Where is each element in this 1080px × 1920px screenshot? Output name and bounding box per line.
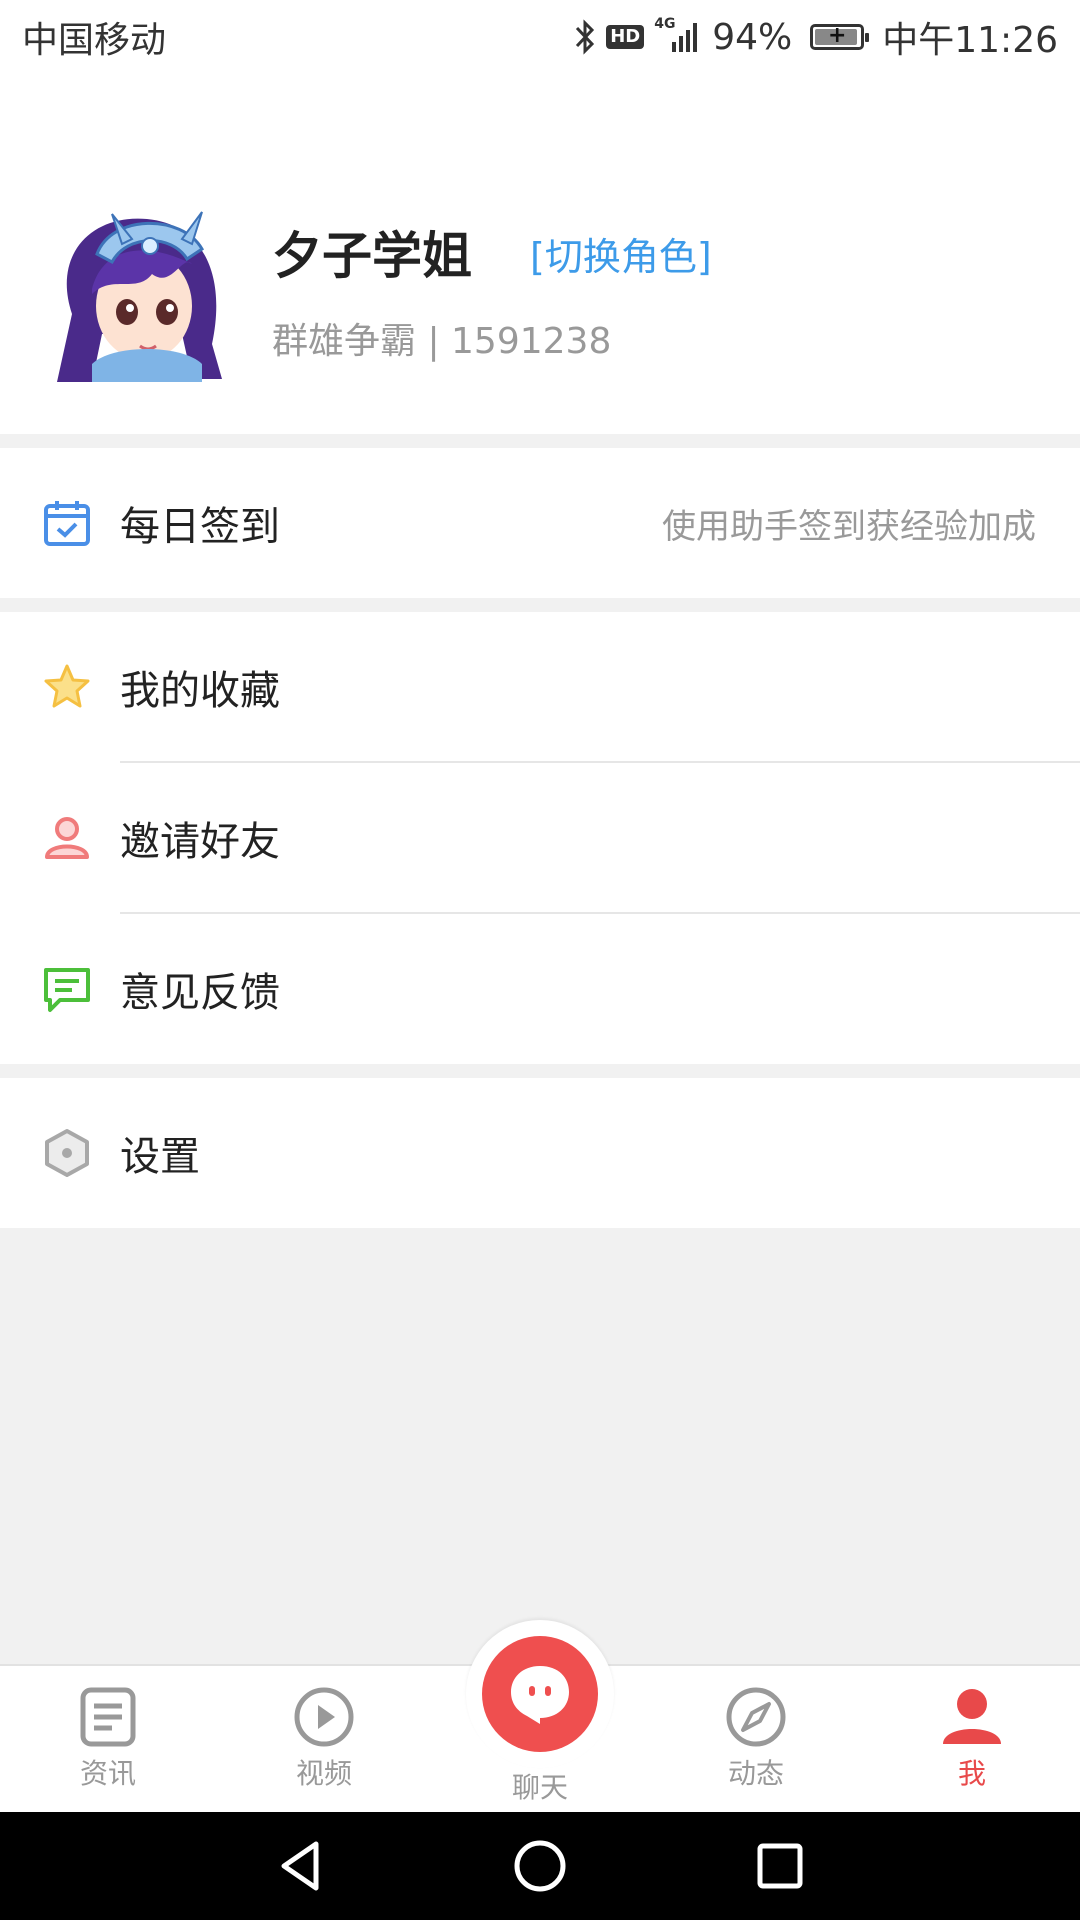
switch-role-link[interactable]: [切换角色]	[530, 226, 712, 281]
tab-moments-label: 动态	[727, 1757, 784, 1790]
bluetooth-icon	[574, 19, 596, 55]
profile-header: 夕子学姐 [切换角色] 群雄争霸 | 1591238	[0, 74, 1080, 434]
tab-chat-label[interactable]: 聊天	[432, 1766, 648, 1806]
star-icon	[42, 662, 92, 712]
profile-subtitle: 群雄争霸 | 1591238	[272, 321, 612, 362]
section-gap	[0, 1064, 1080, 1078]
tab-moments[interactable]: 动态	[648, 1666, 864, 1814]
tab-news-label: 资讯	[79, 1757, 136, 1790]
calendar-check-icon	[42, 498, 92, 548]
checkin-label: 每日签到	[120, 504, 280, 550]
feedback-label: 意见反馈	[120, 970, 280, 1016]
bottom-nav: 资讯 视频 聊天 动态 我	[0, 1620, 1080, 1814]
settings-row[interactable]: 设置	[0, 1078, 1080, 1228]
hd-badge: HD	[606, 25, 645, 49]
chat-icon	[482, 1636, 598, 1752]
section-gap	[0, 598, 1080, 612]
avatar[interactable]	[52, 194, 230, 382]
hexagon-gear-icon	[42, 1128, 92, 1178]
recents-icon[interactable]	[750, 1836, 810, 1896]
invite-friends-row[interactable]: 邀请好友	[0, 763, 1080, 913]
battery-icon: +	[810, 22, 870, 50]
tab-video[interactable]: 视频	[216, 1666, 432, 1814]
system-nav-bar	[0, 1812, 1080, 1920]
daily-checkin-row[interactable]: 每日签到 使用助手签到获经验加成	[0, 448, 1080, 598]
settings-label: 设置	[120, 1134, 200, 1180]
compass-icon	[725, 1686, 787, 1748]
invite-label: 邀请好友	[120, 819, 280, 865]
charging-icon: +	[828, 22, 847, 48]
tab-me[interactable]: 我	[864, 1666, 1080, 1814]
person-icon	[42, 813, 92, 863]
status-icons: HD 4G 94% + 中午11:26	[574, 11, 1058, 63]
back-icon[interactable]	[270, 1836, 330, 1896]
signal-icon: 4G	[654, 16, 702, 54]
play-icon	[293, 1686, 355, 1748]
tab-me-label: 我	[957, 1757, 986, 1790]
status-bar: 中国移动 HD 4G 94% + 中午11:26	[0, 0, 1080, 74]
clock: 中午11:26	[882, 20, 1058, 61]
section-gap	[0, 434, 1080, 448]
favorites-label: 我的收藏	[120, 668, 280, 714]
empty-area	[0, 1228, 1080, 1664]
message-icon	[42, 964, 92, 1014]
profile-name: 夕子学姐	[272, 227, 472, 285]
home-icon[interactable]	[510, 1836, 570, 1896]
news-icon	[77, 1686, 139, 1748]
battery-percent: 94%	[712, 16, 793, 58]
tab-video-label: 视频	[295, 1757, 352, 1790]
tab-chat[interactable]	[466, 1620, 614, 1768]
feedback-row[interactable]: 意见反馈	[0, 914, 1080, 1064]
network-type-label: 4G	[654, 16, 676, 32]
favorites-row[interactable]: 我的收藏	[0, 612, 1080, 762]
tab-news[interactable]: 资讯	[0, 1666, 216, 1814]
checkin-hint: 使用助手签到获经验加成	[662, 506, 1036, 547]
carrier-label: 中国移动	[22, 20, 167, 61]
user-icon	[941, 1686, 1003, 1748]
